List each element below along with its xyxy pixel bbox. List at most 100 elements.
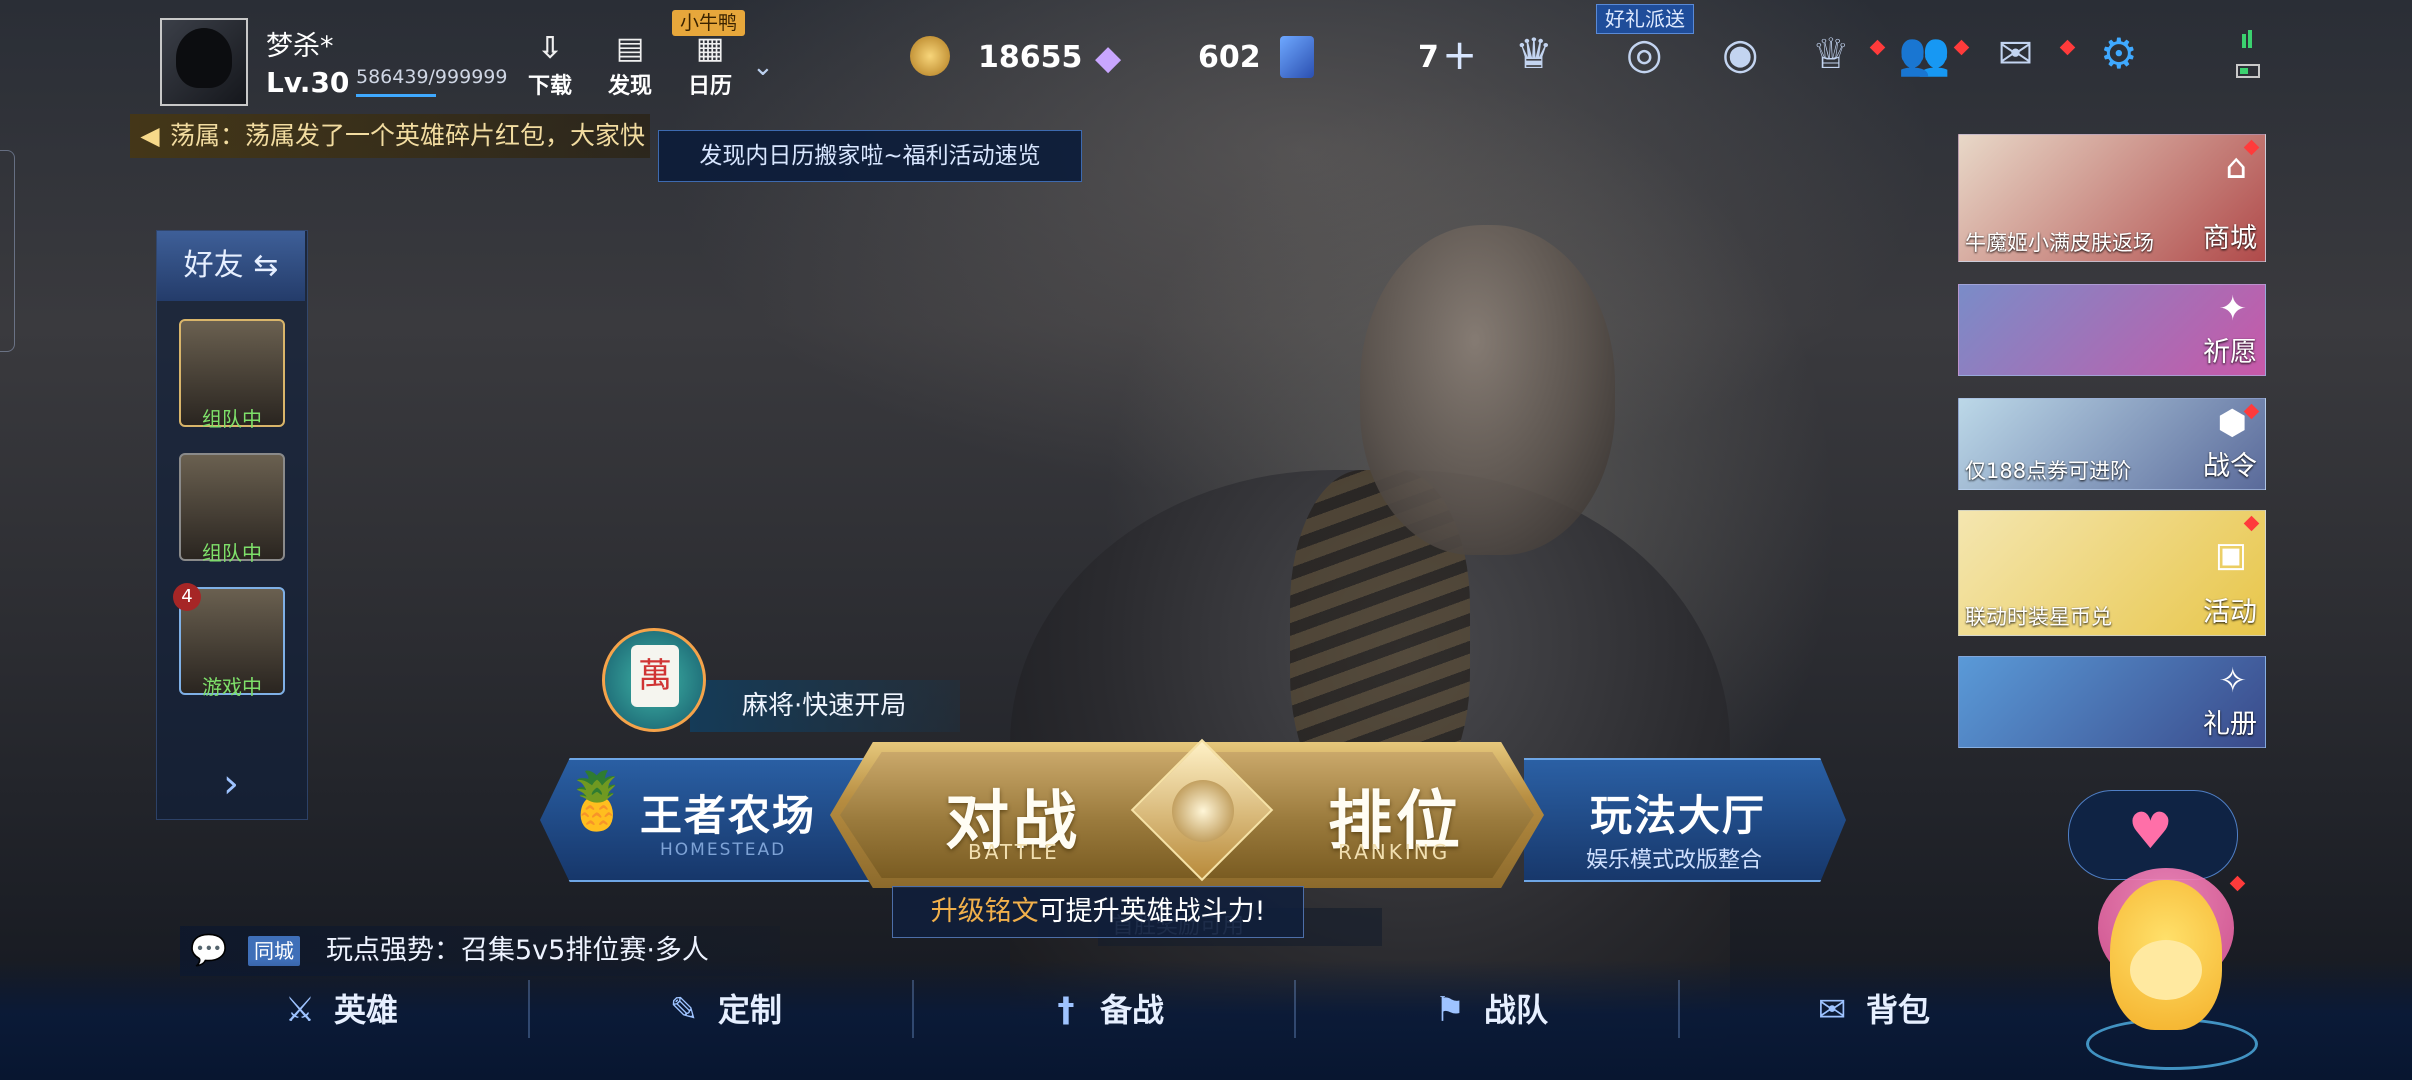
player-name: 梦杀* bbox=[266, 31, 334, 62]
rank-emblem-icon[interactable]: ♛ bbox=[1515, 28, 1553, 80]
diamond-amount[interactable]: 602 bbox=[1198, 40, 1261, 75]
mascot-face bbox=[2130, 940, 2202, 1000]
friend-status-2: 组队中 bbox=[202, 541, 262, 565]
gift-tag: 好礼派送 bbox=[1596, 4, 1694, 34]
nav-prepare[interactable]: † 备战 bbox=[1042, 980, 1165, 1040]
lobby-subtitle: 娱乐模式改版整合 bbox=[1586, 848, 1763, 873]
download-icon: ⇩ bbox=[537, 31, 563, 66]
nav-team[interactable]: ⚑ 战队 bbox=[1426, 980, 1548, 1040]
event-side-label: 商城 bbox=[2203, 223, 2257, 254]
pass-icon: ⬢ bbox=[2217, 403, 2247, 443]
homestead-title: 王者农场 bbox=[640, 791, 817, 840]
nav-hero[interactable]: ⚔ 英雄 bbox=[276, 980, 398, 1040]
battery-signal-icon bbox=[2236, 30, 2262, 84]
announcement-bar[interactable]: ◀ 荡属：荡属发了一个英雄碎片红包，大家快 bbox=[130, 114, 650, 158]
game-lobby-button[interactable]: 玩法大厅 娱乐模式改版整合 bbox=[1524, 758, 1846, 882]
event-side-label: 活动 bbox=[2203, 597, 2257, 628]
event-card-giftbook[interactable]: ✧ 礼册 bbox=[1958, 656, 2266, 748]
calendar-label: 日历 bbox=[687, 74, 732, 99]
mahjong-quickstart-button[interactable]: 麻将·快速开局 bbox=[690, 680, 960, 732]
shop-icon: ⌂ bbox=[2225, 147, 2247, 187]
nav-divider bbox=[1678, 980, 1680, 1038]
nav-custom[interactable]: ✎ 定制 bbox=[660, 980, 782, 1040]
calendar-tag: 小牛鸭 bbox=[672, 10, 746, 36]
player-avatar[interactable] bbox=[160, 18, 248, 106]
settings-gear-icon[interactable]: ⚙ bbox=[2100, 28, 2138, 80]
coupon-icon bbox=[1280, 36, 1314, 78]
discover-icon: ▤ bbox=[615, 31, 645, 66]
friends-red-dot bbox=[1953, 39, 1970, 56]
inscription-highlight: 升级铭文 bbox=[930, 896, 1039, 927]
activity-icon: ▣ bbox=[2214, 535, 2247, 575]
download-button[interactable]: ⇩ 下载 bbox=[520, 30, 580, 100]
event-card-shop[interactable]: ⌂ 牛魔姬小满皮肤返场 商城 bbox=[1958, 134, 2266, 262]
trophy-red-dot bbox=[1869, 39, 1886, 56]
event-caption: 联动时装星币兑 bbox=[1965, 605, 2112, 629]
exp-bar bbox=[356, 94, 436, 97]
hero-background-head bbox=[1360, 225, 1615, 555]
mascot-red-dot bbox=[2229, 875, 2246, 892]
player-exp: 586439/999999 bbox=[356, 66, 508, 88]
friends-header[interactable]: 好友 ⇆ bbox=[157, 231, 305, 301]
mahjong-icon[interactable]: 萬 bbox=[602, 628, 706, 732]
nav-prepare-label: 备战 bbox=[1100, 991, 1165, 1029]
chevron-down-icon[interactable]: ⌄ bbox=[752, 52, 774, 82]
spectate-eye-icon[interactable]: ◉ bbox=[1722, 28, 1759, 80]
recharge-plus-button[interactable]: + bbox=[1442, 30, 1477, 79]
mahjong-tile: 萬 bbox=[631, 645, 679, 707]
discover-label: 发现 bbox=[607, 74, 652, 99]
event-card-activity[interactable]: ▣ 联动时装星币兑 活动 bbox=[1958, 510, 2266, 636]
wish-icon: ✦ bbox=[2218, 289, 2248, 329]
friends-panel: 好友 ⇆ 组队中 组队中 4 游戏中 › bbox=[156, 230, 308, 820]
nav-custom-label: 定制 bbox=[718, 991, 783, 1029]
mail-icon[interactable]: ✉ bbox=[1998, 28, 2033, 80]
giftbook-icon: ✧ bbox=[2218, 661, 2248, 701]
friends-expand-chevron-icon[interactable]: › bbox=[157, 749, 305, 819]
battle-subtitle: BATTLE bbox=[968, 840, 1060, 864]
lobby-title: 玩法大厅 bbox=[1590, 791, 1767, 840]
nav-divider bbox=[912, 980, 914, 1038]
friends-title: 好友 bbox=[183, 248, 244, 283]
gold-amount[interactable]: 18655 bbox=[978, 40, 1082, 75]
inscription-rest: 可提升英雄战斗力! bbox=[1038, 896, 1266, 927]
gift-target-icon[interactable]: ◎ bbox=[1626, 28, 1663, 80]
nav-divider bbox=[1294, 980, 1296, 1038]
event-side-label: 祈愿 bbox=[2203, 337, 2257, 368]
custom-icon: ✎ bbox=[669, 990, 699, 1030]
friend-status-1: 组队中 bbox=[202, 407, 262, 431]
hero-icon: ⚔ bbox=[284, 990, 316, 1030]
calendar-button[interactable]: ▦ 日历 bbox=[680, 30, 740, 100]
nav-divider bbox=[528, 980, 530, 1038]
swap-icon: ⇆ bbox=[253, 248, 279, 283]
nav-bag-label: 背包 bbox=[1866, 991, 1931, 1029]
event-card-wish[interactable]: ✦ 祈愿 bbox=[1958, 284, 2266, 376]
sword-icon: † bbox=[1057, 990, 1075, 1030]
nav-bag[interactable]: ✉ 背包 bbox=[1808, 980, 1930, 1040]
event-side-label: 礼册 bbox=[2203, 709, 2257, 740]
heart-icon: ♥ bbox=[2128, 802, 2173, 860]
friend-status-3: 游戏中 bbox=[202, 675, 262, 699]
team-icon: ⚑ bbox=[1434, 990, 1466, 1030]
inscription-tip[interactable]: 升级铭文可提升英雄战斗力! bbox=[892, 886, 1304, 938]
friends-add-icon[interactable]: 👥 bbox=[1898, 28, 1950, 80]
trophy-icon[interactable]: ♕ bbox=[1812, 28, 1850, 80]
homestead-subtitle: HOMESTEAD bbox=[660, 840, 787, 860]
announcement-text: 荡属：荡属发了一个英雄碎片红包，大家快 bbox=[170, 121, 646, 150]
coupon-amount[interactable]: 7 bbox=[1418, 40, 1439, 75]
center-emblem-icon bbox=[1172, 780, 1234, 842]
player-level: Lv.30 bbox=[266, 66, 350, 99]
left-edge-handle[interactable] bbox=[0, 150, 15, 352]
friend-badge: 4 bbox=[173, 583, 201, 611]
event-caption: 牛魔姬小满皮肤返场 bbox=[1965, 231, 2154, 255]
download-label: 下载 bbox=[527, 74, 572, 99]
calendar-tooltip: 发现内日历搬家啦~福利活动速览 bbox=[658, 130, 1082, 182]
nav-hero-label: 英雄 bbox=[334, 991, 399, 1029]
discover-button[interactable]: ▤ 发现 bbox=[600, 30, 660, 100]
speaker-icon: ◀ bbox=[140, 121, 160, 150]
pineapple-icon: 🍍 bbox=[562, 769, 632, 834]
event-side-label: 战令 bbox=[2203, 451, 2257, 482]
event-card-pass[interactable]: ⬢ 仅188点券可进阶 战令 bbox=[1958, 398, 2266, 490]
ranking-subtitle: RANKING bbox=[1338, 840, 1451, 864]
gold-coin-icon bbox=[910, 36, 950, 76]
bag-icon: ✉ bbox=[1817, 990, 1847, 1030]
